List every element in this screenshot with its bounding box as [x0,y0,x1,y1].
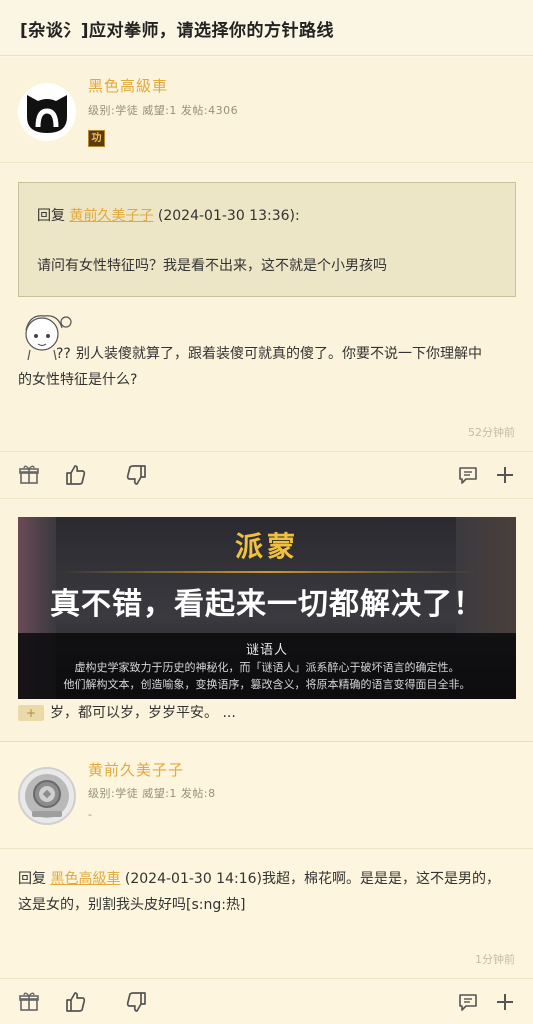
image-description-line2: 他们解构文本，创造喻象，变换语序，篡改含义，将原本精确的语言变得面目全非。 [63,678,471,691]
medal-badge: 功 [88,130,105,147]
image-subtitle: 谜语人 [245,643,288,658]
image-speaker-name: 派蒙 [234,530,299,563]
collapsed-emoji-icon[interactable]: + [18,705,44,721]
quote-text: 请问有女性特征吗？我是看不出来，这不就是个小男孩吗 [37,258,387,274]
avatar[interactable] [18,767,76,825]
author-extra: - [88,808,93,821]
gift-button[interactable] [16,462,42,488]
thumbs-down-icon [126,465,146,485]
author-meta: 级别:学徒 威望:1 发帖:4306 [88,104,239,117]
post-2: 黄前久美子子 级别:学徒 威望:1 发帖:8 - 回复 黑色高級車 (2024-… [0,741,533,1024]
reply-user-link[interactable]: 黑色高級車 [50,871,120,887]
post-body-line2: 的女性特征是什么? [18,372,138,388]
author-name[interactable]: 黄前久美子子 [88,759,184,780]
action-bar [0,451,533,499]
reply-rest: (2024-01-30 14:16)我超，棉花啊。是是是，这不是男的， [120,871,500,887]
embedded-image[interactable]: 派蒙 真不错，看起来一切都解决了！ 谜语人 虚构史学家致力于历史的神秘化，而「谜… [18,517,516,699]
cat-avatar-icon [27,95,67,133]
comment-icon [459,467,477,484]
action-bar [0,978,533,1024]
image-caption-panel: 谜语人 虚构史学家致力于历史的神秘化，而「谜语人」派系醉心于破坏语言的确定性。 … [18,633,516,699]
thumbs-up-icon [66,465,86,485]
post-trailing-text[interactable]: 岁，都可以岁，岁岁平安。 ... [50,700,236,726]
quote-block: 回复 黄前久美子子 (2024-01-30 13:36): 请问有女性特征吗？我… [18,182,516,297]
quote-user-link[interactable]: 黄前久美子子 [69,208,153,224]
comment-icon [459,994,477,1011]
thread-title: [杂谈氵]应对拳师，请选择你的方针路线 [0,0,533,56]
dislike-button[interactable] [124,462,150,488]
post-timestamp: 1分钟前 [475,953,515,966]
plus-icon [497,467,513,483]
post-body-line2: 这是女的，别割我头皮好吗[s:ng:热] [18,897,246,913]
post-body-line1: 别人装傻就算了，跟着装傻可就真的傻了。你要不说一下你理解中 [76,346,482,362]
gift-icon [19,465,39,484]
comment-button[interactable] [455,989,481,1015]
sticker-marks: ?? [56,346,71,362]
more-button[interactable] [492,989,518,1015]
image-divider [58,571,476,573]
author-row: 黄前久美子子 级别:学徒 威望:1 发帖:8 - [0,742,533,849]
post-1: 黑色高級車 级别:学徒 威望:1 发帖:4306 功 回复 黄前久美子子 (20… [0,57,533,741]
post-timestamp: 52分钟前 [468,426,515,439]
gift-icon [19,992,39,1011]
plus-icon [497,994,513,1010]
quote-reply-prefix: 回复 [37,208,70,224]
image-description-line1: 虚构史学家致力于历史的神秘化，而「谜语人」派系醉心于破坏语言的确定性。 [74,661,460,674]
avatar[interactable] [18,83,76,141]
gift-button[interactable] [16,989,42,1015]
dislike-button[interactable] [124,989,150,1015]
comment-button[interactable] [455,462,481,488]
diving-helmet-avatar-icon [25,774,69,818]
like-button[interactable] [62,989,88,1015]
author-row: 黑色高級車 级别:学徒 威望:1 发帖:4306 功 [0,57,533,163]
thumbs-down-icon [126,992,146,1012]
thumbs-up-icon [66,992,86,1012]
quote-header: 回复 黄前久美子子 (2024-01-30 13:36): [37,205,515,225]
author-meta: 级别:学徒 威望:1 发帖:8 [88,787,216,800]
author-name[interactable]: 黑色高級車 [88,75,168,96]
image-description: 虚构史学家致力于历史的神秘化，而「谜语人」派系醉心于破坏语言的确定性。 他们解构… [18,659,516,693]
quote-time: (2024-01-30 13:36): [153,208,300,224]
post-body-line1: 回复 黑色高級車 (2024-01-30 14:16)我超，棉花啊。是是是，这不… [18,866,500,892]
more-button[interactable] [492,462,518,488]
reply-prefix: 回复 [18,871,51,887]
image-main-text: 真不错，看起来一切都解决了！ [50,587,484,622]
like-button[interactable] [62,462,88,488]
